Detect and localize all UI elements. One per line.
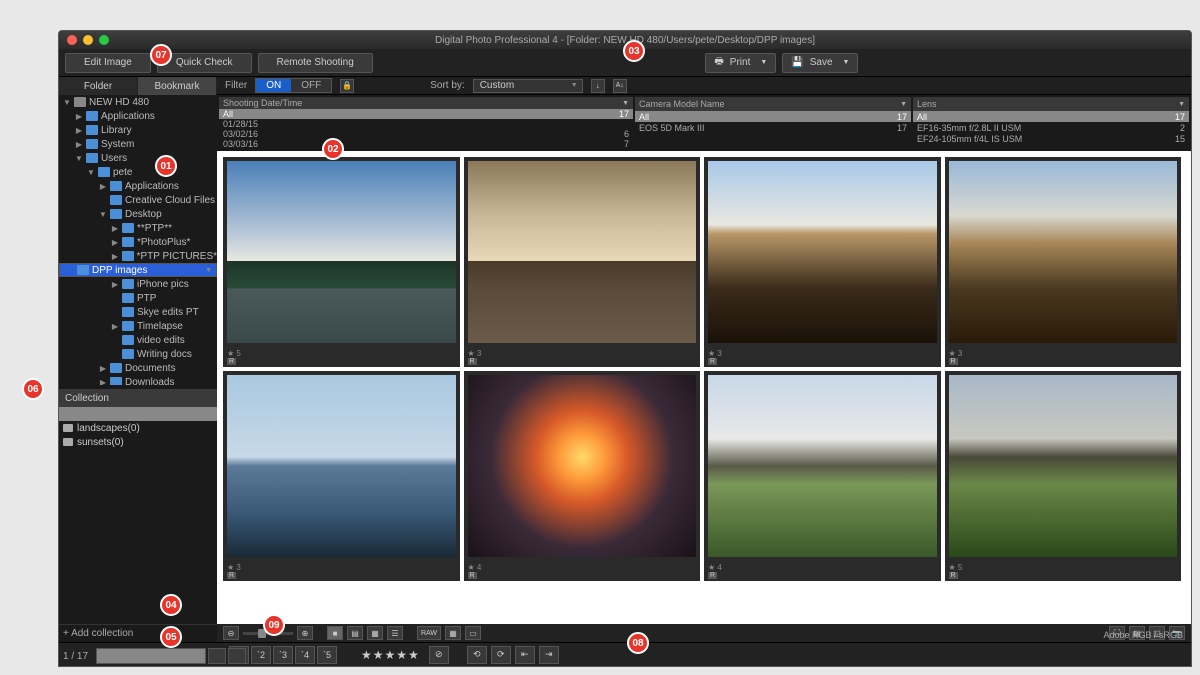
thumbnail[interactable]: ★ 3R bbox=[704, 157, 941, 367]
tab-bookmark[interactable]: Bookmark bbox=[138, 77, 217, 95]
sort-label: Sort by: bbox=[430, 80, 464, 91]
raw-toggle[interactable]: RAW bbox=[417, 626, 441, 640]
view-detail-icon[interactable]: ▦ bbox=[367, 626, 383, 640]
tree-node[interactable]: DPP images bbox=[59, 263, 217, 277]
thumbnail[interactable]: ★ 3R bbox=[464, 157, 701, 367]
view-list-icon[interactable]: ☰ bbox=[387, 626, 403, 640]
remote-shooting-button[interactable]: Remote Shooting bbox=[258, 53, 373, 73]
folder-tree[interactable]: NEW HD 480ApplicationsLibrarySystemUsers… bbox=[59, 95, 217, 385]
thumbnail[interactable]: ★ 3R bbox=[223, 371, 460, 581]
callout-04: 04 bbox=[160, 594, 182, 616]
tree-node[interactable]: iPhone pics bbox=[59, 277, 217, 291]
filter-label: Filter bbox=[225, 80, 247, 91]
print-button[interactable]: 🖶Print▼ bbox=[705, 53, 776, 73]
tree-node[interactable]: Skye edits PT bbox=[59, 305, 217, 319]
tree-node[interactable]: **PTP** bbox=[59, 221, 217, 235]
tree-node[interactable]: System bbox=[59, 137, 217, 151]
sidebar: Folder Bookmark NEW HD 480ApplicationsLi… bbox=[59, 77, 217, 642]
tree-node[interactable]: *PTP PICTURES* bbox=[59, 249, 217, 263]
add-collection-button[interactable]: + Add collection bbox=[59, 624, 217, 642]
callout-02: 02 bbox=[322, 138, 344, 160]
lock-icon[interactable]: 🔒 bbox=[340, 79, 354, 93]
filter-column[interactable]: Shooting Date/TimeAll1701/28/1503/02/166… bbox=[219, 97, 633, 149]
collection-list: landscapes(0)sunsets(0) bbox=[59, 407, 217, 624]
rating-stars[interactable]: ★★★★★ bbox=[361, 648, 419, 662]
thumbnail-grid[interactable]: ★ 5R★ 3R★ 3R★ 3R★ 3R★ 4R★ 4R★ 5R bbox=[217, 151, 1191, 624]
filter-columns: Shooting Date/TimeAll1701/28/1503/02/166… bbox=[217, 95, 1191, 151]
rotate-left-icon[interactable]: ⟲ bbox=[467, 646, 487, 664]
prev-icon[interactable]: ⇤ bbox=[515, 646, 535, 664]
tree-node[interactable]: NEW HD 480 bbox=[59, 95, 217, 109]
zoom-out-icon[interactable]: ⊖ bbox=[223, 626, 239, 640]
view-compare-icon[interactable]: ▤ bbox=[347, 626, 363, 640]
sort-dir-icon[interactable]: ↓ bbox=[591, 79, 605, 93]
callout-06: 06 bbox=[22, 378, 44, 400]
thumbnail[interactable]: ★ 3R bbox=[945, 157, 1182, 367]
tab-folder[interactable]: Folder bbox=[59, 77, 138, 95]
tree-node[interactable]: Downloads bbox=[59, 375, 217, 385]
filter-toggle[interactable]: ONOFF bbox=[255, 78, 332, 93]
layout-split-icon[interactable] bbox=[228, 648, 246, 664]
sidebar-tabs: Folder Bookmark bbox=[59, 77, 217, 95]
tree-node[interactable]: Writing docs bbox=[59, 347, 217, 361]
grid-icon[interactable]: ▦ bbox=[445, 626, 461, 640]
tree-node[interactable]: Library bbox=[59, 123, 217, 137]
edit-image-button[interactable]: Edit Image bbox=[65, 53, 151, 73]
collection-tab[interactable]: Collection bbox=[59, 389, 217, 407]
tree-node[interactable]: Applications bbox=[59, 179, 217, 193]
tree-node[interactable]: Creative Cloud Files bbox=[59, 193, 217, 207]
colorspace-label: Adobe RGB / sRGB bbox=[1103, 630, 1183, 640]
filter-bar: Filter ONOFF 🔒 Sort by: Custom ↓ A↓ bbox=[217, 77, 1191, 95]
thumbnail[interactable]: ★ 4R bbox=[464, 371, 701, 581]
save-button[interactable]: 💾Save▼ bbox=[782, 53, 858, 73]
callout-05: 05 bbox=[160, 626, 182, 648]
tree-node[interactable]: Documents bbox=[59, 361, 217, 375]
sort-az-icon[interactable]: A↓ bbox=[613, 79, 627, 93]
tree-node[interactable]: video edits bbox=[59, 333, 217, 347]
tree-node[interactable]: Applications bbox=[59, 109, 217, 123]
tree-node[interactable]: pete bbox=[59, 165, 217, 179]
tree-node[interactable]: PTP bbox=[59, 291, 217, 305]
clear-rating-icon[interactable]: ⊘ bbox=[429, 646, 449, 664]
layout-buttons bbox=[96, 648, 246, 664]
checkmark-button[interactable]: `5 bbox=[317, 646, 337, 664]
layout-main-icon[interactable] bbox=[208, 648, 226, 664]
status-count: 1 / 17 bbox=[63, 651, 88, 662]
app-window: Digital Photo Professional 4 - [Folder: … bbox=[58, 30, 1192, 667]
filter-column[interactable]: Camera Model NameAll17EOS 5D Mark III17 bbox=[635, 97, 911, 149]
rotate-right-icon[interactable]: ⟳ bbox=[491, 646, 511, 664]
callout-09: 09 bbox=[263, 614, 285, 636]
tree-node[interactable]: Timelapse bbox=[59, 319, 217, 333]
checkmark-button[interactable]: `4 bbox=[295, 646, 315, 664]
thumbnail[interactable]: ★ 5R bbox=[945, 371, 1182, 581]
callout-03: 03 bbox=[623, 40, 645, 62]
tree-node[interactable]: *PhotoPlus* bbox=[59, 235, 217, 249]
layout-grid-icon[interactable] bbox=[96, 648, 206, 664]
view-toolbar: ⊖ ⊕ ■ ▤ ▦ ☰ RAW ▦ ▭ ⛶ ▤ ◲ 📷 bbox=[217, 624, 1191, 642]
film-icon[interactable]: ▭ bbox=[465, 626, 481, 640]
callout-01: 01 bbox=[155, 155, 177, 177]
sort-select[interactable]: Custom bbox=[473, 79, 583, 93]
checkmark-button[interactable]: `2 bbox=[251, 646, 271, 664]
tree-node[interactable]: Users bbox=[59, 151, 217, 165]
zoom-in-icon[interactable]: ⊕ bbox=[297, 626, 313, 640]
checkmark-button[interactable]: `3 bbox=[273, 646, 293, 664]
next-icon[interactable]: ⇥ bbox=[539, 646, 559, 664]
thumbnail[interactable]: ★ 5R bbox=[223, 157, 460, 367]
callout-07: 07 bbox=[150, 44, 172, 66]
filter-column[interactable]: LensAll17EF16-35mm f/2.8L II USM2EF24-10… bbox=[913, 97, 1189, 149]
callout-08: 08 bbox=[627, 632, 649, 654]
collection-item[interactable]: landscapes(0) bbox=[59, 421, 217, 435]
collection-item[interactable]: sunsets(0) bbox=[59, 435, 217, 449]
view-single-icon[interactable]: ■ bbox=[327, 626, 343, 640]
thumbnail[interactable]: ★ 4R bbox=[704, 371, 941, 581]
tree-node[interactable]: Desktop bbox=[59, 207, 217, 221]
